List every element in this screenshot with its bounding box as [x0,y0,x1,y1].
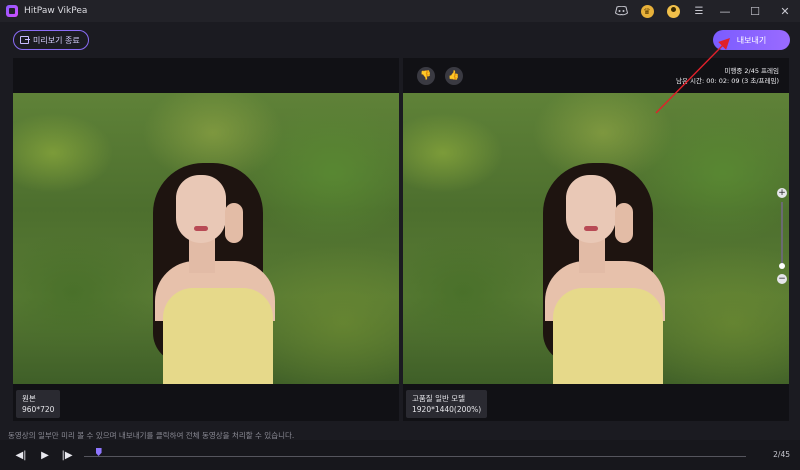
original-caption: 원본 [22,394,36,403]
timeline-track[interactable] [84,456,746,457]
enhanced-info-label: 고품질 일반 모델 1920*1440(200%) [406,390,488,418]
next-frame-button[interactable]: |▶ [60,448,74,462]
discord-icon[interactable] [610,0,632,22]
zoom-slider[interactable]: + − [776,188,788,284]
enhanced-preview-pane: 👎 👍 미행중 2/45 프레임 남은 시간: 00: 02: 09 (3 초/… [403,58,789,421]
play-button[interactable]: ▶ [38,448,52,462]
close-button[interactable]: ✕ [770,0,800,22]
original-preview-pane: 원본 960*720 [13,58,399,421]
title-bar: HitPaw VikPea ♛ ☰ — ☐ ✕ [0,0,800,22]
exit-preview-label: 미리보기 종료 [33,35,80,45]
original-video-frame [13,93,399,384]
frame-counter: 2/45 [773,450,790,459]
dislike-button[interactable]: 👎 [417,67,435,85]
zoom-out-button[interactable]: − [777,274,787,284]
zoom-handle[interactable] [779,263,785,269]
minimize-button[interactable]: — [710,0,740,22]
app-title: HitPaw VikPea [24,6,88,16]
app-window: HitPaw VikPea ♛ ☰ — ☐ ✕ 미리보기 종료 내보내기 원본 … [0,0,800,470]
zoom-in-button[interactable]: + [777,188,787,198]
previous-frame-button[interactable]: ◀| [14,448,28,462]
original-resolution: 960*720 [22,405,55,414]
app-logo-icon [6,5,18,17]
enhanced-video-frame [403,93,789,384]
title-bar-controls: ♛ ☰ — ☐ ✕ [606,0,800,22]
model-caption: 고품질 일반 모델 [412,394,466,403]
like-button[interactable]: 👍 [445,67,463,85]
original-info-label: 원본 960*720 [16,390,61,418]
exit-icon [20,36,30,44]
menu-icon[interactable]: ☰ [688,0,710,22]
zoom-track[interactable] [781,202,783,266]
exit-preview-button[interactable]: 미리보기 종료 [13,30,89,50]
maximize-button[interactable]: ☐ [740,0,770,22]
user-avatar-icon[interactable] [662,0,684,22]
timeline-playhead[interactable] [95,448,102,456]
playback-bar: ◀| ▶ |▶ 2/45 [0,440,800,470]
processing-progress: 미행중 2/45 프레임 [724,67,779,75]
export-button[interactable]: 내보내기 [713,30,790,50]
processing-stats: 미행중 2/45 프레임 남은 시간: 00: 02: 09 (3 초/프레임) [676,66,779,86]
enhanced-resolution: 1920*1440(200%) [412,405,482,414]
crown-icon[interactable]: ♛ [636,0,658,22]
remaining-time: 남은 시간: 00: 02: 09 (3 초/프레임) [675,77,779,85]
